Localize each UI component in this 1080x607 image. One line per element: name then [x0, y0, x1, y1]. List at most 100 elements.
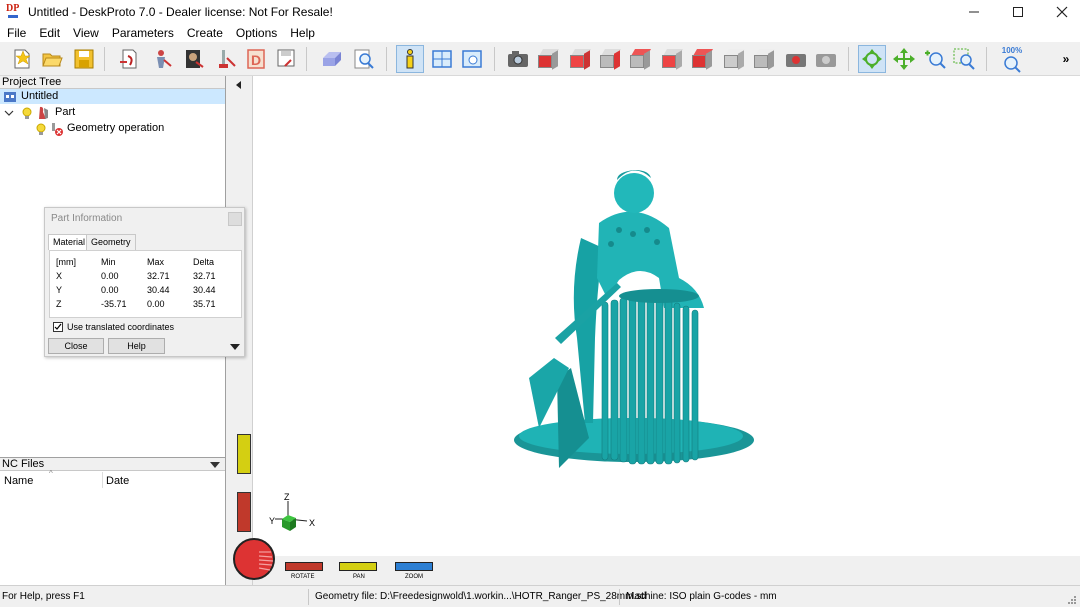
zoom-slider[interactable]	[395, 562, 433, 571]
view-iso-button[interactable]	[534, 45, 562, 73]
column-header-date[interactable]: Date	[106, 475, 129, 487]
lightbulb-icon[interactable]	[22, 107, 32, 119]
view-settings-button[interactable]	[458, 45, 486, 73]
view-default-button[interactable]	[750, 45, 778, 73]
minimize-icon	[969, 11, 979, 13]
maximize-button[interactable]	[1000, 0, 1036, 24]
expand-down-icon[interactable]	[230, 343, 240, 351]
close-button[interactable]	[1044, 0, 1080, 24]
toolbar-overflow-button[interactable]: »	[1058, 45, 1074, 73]
help-button[interactable]: Help	[108, 338, 165, 354]
move-arrows-icon	[893, 48, 915, 70]
snapshot-button[interactable]	[812, 45, 840, 73]
axis-triad: Z Y X	[267, 489, 327, 539]
view-bottom-button[interactable]	[720, 45, 748, 73]
view-right-button[interactable]	[596, 45, 624, 73]
render-button[interactable]	[782, 45, 810, 73]
find-button[interactable]	[350, 45, 378, 73]
zoom-label: ZOOM	[405, 574, 423, 580]
dial-ticks-icon	[258, 551, 274, 571]
tree-item-part[interactable]: Part	[0, 105, 75, 120]
tree-item-geometry-operation[interactable]: Geometry operation	[36, 121, 164, 136]
window-split-icon	[432, 50, 452, 68]
zoom-mode-button[interactable]	[920, 45, 948, 73]
d-letter-icon: D	[247, 49, 265, 69]
dialog-close-box[interactable]	[228, 212, 242, 226]
nc-program-button[interactable]: D	[242, 45, 270, 73]
translated-coords-checkbox[interactable]	[53, 322, 63, 332]
cube-top-icon	[692, 49, 714, 70]
close-button[interactable]: Close	[48, 338, 104, 354]
collapse-arrow-icon[interactable]	[235, 80, 243, 90]
info-icon	[406, 49, 414, 69]
camera-button[interactable]	[504, 45, 532, 73]
new-project-button[interactable]	[8, 45, 36, 73]
pan-scroll-indicator[interactable]	[237, 434, 251, 474]
menu-view[interactable]: View	[66, 26, 105, 40]
cube-back-icon	[630, 49, 652, 70]
rotate-scroll-indicator[interactable]	[237, 492, 251, 532]
rotate-slider[interactable]	[285, 562, 323, 571]
dialog-title-bar[interactable]: Part Information	[45, 208, 244, 230]
tab-material[interactable]: Material	[48, 234, 91, 250]
lightbulb-icon[interactable]	[36, 123, 46, 135]
menu-options[interactable]: Options	[229, 26, 283, 40]
row-min: 0.00	[101, 285, 119, 295]
3d-viewport[interactable]: Z Y X ROTATE PAN ZOOM	[229, 76, 1080, 585]
menu-parameters[interactable]: Parameters	[105, 26, 180, 40]
chevron-down-icon[interactable]	[4, 108, 14, 118]
maximize-icon	[1013, 7, 1023, 17]
pan-slider[interactable]	[339, 562, 377, 571]
row-axis: Z	[56, 299, 62, 309]
operation-button[interactable]	[212, 45, 240, 73]
dropdown-arrow-icon[interactable]	[210, 461, 220, 469]
svg-text:D: D	[251, 52, 261, 68]
camera-icon	[508, 51, 528, 67]
view-front-button[interactable]	[566, 45, 594, 73]
folder-open-icon	[42, 53, 63, 67]
pan-mode-button[interactable]	[890, 45, 918, 73]
tab-geometry[interactable]: Geometry	[86, 234, 136, 250]
part-parameters-button[interactable]	[148, 45, 176, 73]
view-back-button[interactable]	[626, 45, 654, 73]
zoom-window-icon	[953, 48, 975, 70]
machine-button[interactable]	[318, 45, 346, 73]
status-help: For Help, press F1	[2, 591, 85, 602]
rotate-dial[interactable]	[233, 538, 275, 580]
tree-item-label: Geometry operation	[67, 122, 165, 134]
zoom-100-button[interactable]: 100%	[998, 45, 1026, 73]
nc-files-header[interactable]: NC Files	[0, 457, 225, 471]
zoom-window-button[interactable]	[950, 45, 978, 73]
3d-model-figure	[514, 170, 754, 468]
cube-bottom-icon	[724, 49, 746, 70]
layout-button[interactable]	[428, 45, 456, 73]
image-icon	[186, 50, 204, 68]
rotate-mode-button[interactable]	[858, 45, 886, 73]
cube-right-icon	[600, 49, 622, 70]
minimize-button[interactable]	[956, 0, 992, 24]
view-top-button[interactable]	[688, 45, 716, 73]
machine-icon	[323, 52, 341, 66]
save-button[interactable]	[70, 45, 98, 73]
save-nc-button[interactable]	[272, 45, 300, 73]
cube-default-icon	[754, 49, 776, 70]
menu-edit[interactable]: Edit	[32, 26, 66, 40]
load-part-button[interactable]	[116, 45, 144, 73]
part-info-button[interactable]	[396, 45, 424, 73]
menu-create[interactable]: Create	[180, 26, 229, 40]
pan-label: PAN	[353, 574, 365, 580]
column-header-name[interactable]: Name	[4, 475, 33, 487]
menu-file[interactable]: File	[0, 26, 32, 40]
camera-gray-icon	[816, 54, 836, 67]
open-button[interactable]	[38, 45, 66, 73]
tree-item-project[interactable]: Untitled	[0, 89, 225, 104]
image-button[interactable]	[180, 45, 208, 73]
translated-coords-option[interactable]: Use translated coordinates	[53, 322, 174, 332]
resize-grip-icon[interactable]	[1067, 595, 1077, 605]
menu-help[interactable]: Help	[283, 26, 321, 40]
cube-front-icon	[570, 49, 592, 70]
view-left-button[interactable]	[658, 45, 686, 73]
row-delta: 35.71	[193, 299, 216, 309]
row-delta: 32.71	[193, 271, 216, 281]
title-bar: DP Untitled - DeskProto 7.0 - Dealer lic…	[0, 0, 1080, 24]
